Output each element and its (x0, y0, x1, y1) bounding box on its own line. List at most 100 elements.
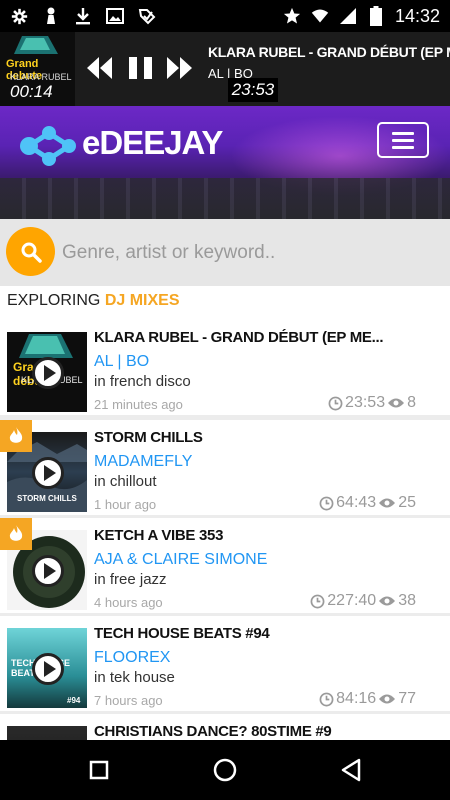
eye-icon (379, 498, 396, 508)
image-icon (106, 7, 124, 25)
mix-plays: 8 (407, 394, 416, 411)
mix-title[interactable]: KLARA RUBEL - GRAND DÉBUT (EP ME... (94, 329, 434, 346)
next-button[interactable] (166, 50, 194, 86)
mix-title[interactable]: CHRISTIANS DANCE? 80STIME #9 (94, 723, 434, 740)
flame-icon (9, 427, 23, 443)
mix-artist[interactable]: MADAMEFLY (94, 453, 192, 471)
mix-genre[interactable]: in chillout (94, 473, 157, 490)
section-heading: EXPLORING DJ MIXES (0, 286, 450, 320)
clock-icon (310, 594, 325, 608)
mix-duration: 84:16 (336, 690, 377, 707)
signal-icon (339, 7, 357, 25)
search-input[interactable] (62, 239, 442, 267)
mix-list-item[interactable]: CHRISTIANS DANCE? 80STIME #9 (0, 714, 450, 740)
eye-icon (388, 398, 405, 408)
mix-posted-time: 1 hour ago (94, 497, 157, 512)
now-playing-title[interactable]: KLARA RUBEL - GRAND DÉBUT (EP MEGAMIX) (208, 44, 450, 60)
mix-list-item[interactable]: KETCH A VIBE 353 AJA & CLAIRE SIMONE in … (0, 518, 450, 613)
clock-icon (319, 496, 334, 510)
pause-icon (129, 57, 152, 79)
logo-icon (20, 126, 76, 166)
status-bar: 14:32 (0, 0, 450, 32)
play-button[interactable] (32, 357, 64, 389)
flame-icon (9, 525, 23, 541)
mix-genre[interactable]: in french disco (94, 373, 191, 390)
mix-list-item[interactable]: STORM CHILLS STORM CHILLS MADAMEFLY in c… (0, 420, 450, 515)
square-icon (89, 760, 109, 780)
mix-duration: 23:53 (345, 394, 386, 411)
pause-button[interactable] (126, 50, 156, 86)
play-icon (43, 465, 56, 481)
elapsed-time: 00:14 (10, 82, 53, 101)
mix-list: Grand debute KLARA RUBEL KLARA RUBEL - G… (0, 320, 450, 740)
exploring-category[interactable]: DJ MIXES (105, 292, 180, 309)
now-playing-artwork[interactable]: Grand debute KLARA RUBEL 00:14 (0, 32, 75, 106)
mix-title[interactable]: KETCH A VIBE 353 (94, 527, 434, 544)
now-playing-bar: Grand debute KLARA RUBEL 00:14 KLARA RUB… (0, 32, 450, 106)
mix-title[interactable]: TECH HOUSE BEATS #94 (94, 625, 434, 642)
mix-posted-time: 21 minutes ago (94, 397, 183, 412)
mix-posted-time: 7 hours ago (94, 693, 163, 708)
battery-icon (367, 6, 385, 26)
mix-posted-time: 4 hours ago (94, 595, 163, 610)
mix-thumbnail[interactable]: TECH HOUSE BEATS #94 (7, 628, 87, 708)
check-tag-icon (138, 7, 156, 25)
hamburger-icon-bar (392, 138, 414, 142)
eye-icon (379, 694, 396, 704)
thumbnail-subtitle: STORM CHILLS (17, 494, 77, 503)
play-button[interactable] (32, 457, 64, 489)
play-icon (43, 365, 56, 381)
mix-artist[interactable]: AJA & CLAIRE SIMONE (94, 551, 267, 569)
mix-thumbnail[interactable] (7, 726, 87, 740)
download-icon (74, 7, 92, 25)
play-icon (43, 563, 56, 579)
menu-button[interactable] (377, 122, 429, 158)
mix-title[interactable]: STORM CHILLS (94, 429, 434, 446)
mix-stats: 84:16 77 (319, 690, 416, 708)
hot-badge (0, 518, 32, 550)
play-button[interactable] (32, 653, 64, 685)
mix-genre[interactable]: in free jazz (94, 571, 167, 588)
mix-stats: 227:40 38 (310, 592, 416, 610)
star-icon (283, 7, 301, 25)
wifi-icon (311, 7, 329, 25)
system-nav-bar (0, 740, 450, 800)
mix-plays: 25 (398, 494, 416, 511)
search-button[interactable] (6, 227, 55, 276)
mix-stats: 23:53 8 (328, 394, 416, 412)
search-icon (21, 242, 42, 263)
fast-forward-icon (167, 57, 192, 79)
mix-plays: 38 (398, 592, 416, 609)
clock: 14:32 (394, 5, 440, 26)
rewind-icon (87, 57, 112, 79)
mix-artist[interactable]: FLOOREX (94, 649, 170, 667)
exploring-label: EXPLORING (7, 292, 105, 309)
hamburger-icon-bar (392, 145, 414, 149)
mix-duration: 64:43 (336, 494, 377, 511)
clock-icon (319, 692, 334, 706)
play-icon (43, 661, 56, 677)
mix-duration: 227:40 (327, 592, 377, 609)
hamburger-icon-bar (392, 131, 414, 135)
previous-button[interactable] (85, 50, 113, 86)
gear-icon (10, 7, 28, 25)
thumbnail-subtitle: #94 (67, 696, 81, 705)
mix-list-item[interactable]: TECH HOUSE BEATS #94 TECH HOUSE BEATS #9… (0, 616, 450, 711)
mix-thumbnail[interactable]: Grand debute KLARA RUBEL (7, 332, 87, 412)
home-button[interactable] (205, 754, 245, 786)
hot-badge (0, 420, 32, 452)
recent-apps-button[interactable] (79, 754, 119, 786)
mix-stats: 64:43 25 (319, 494, 416, 512)
dj-deck-background (0, 178, 450, 219)
pawn-icon (42, 7, 60, 25)
artwork-artist: KLARA RUBEL (10, 72, 72, 82)
mix-genre[interactable]: in tek house (94, 669, 175, 686)
circle-icon (213, 758, 237, 782)
play-button[interactable] (32, 555, 64, 587)
total-duration: 23:53 (228, 78, 278, 102)
mix-list-item[interactable]: Grand debute KLARA RUBEL KLARA RUBEL - G… (0, 320, 450, 415)
eye-icon (379, 596, 396, 606)
back-button[interactable] (331, 754, 371, 786)
mix-artist[interactable]: AL | BO (94, 353, 149, 371)
app-logo-text[interactable]: eDEEJAY (82, 124, 223, 162)
